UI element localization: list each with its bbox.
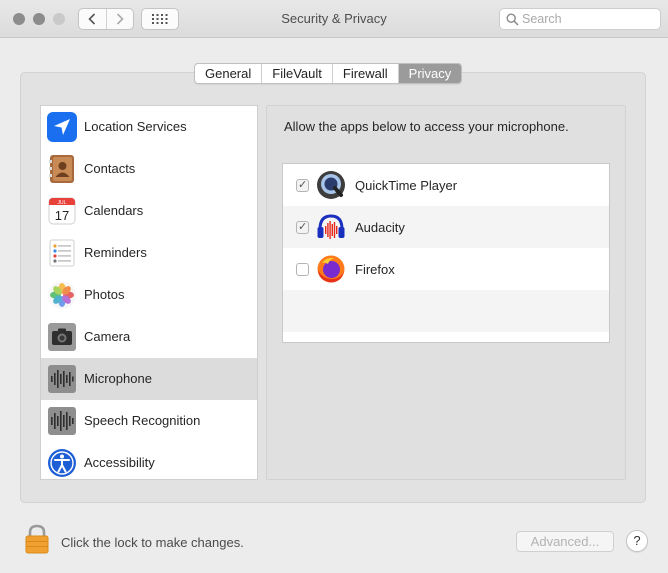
sidebar-item-photos[interactable]: Photos [41, 274, 257, 316]
sidebar-item-label: Microphone [84, 371, 152, 386]
audacity-icon [317, 214, 345, 239]
list-item: ✓ Audacity [283, 206, 609, 248]
tab-firewall[interactable]: Firewall [331, 64, 398, 83]
sidebar-item-camera[interactable]: Camera [41, 316, 257, 358]
quicktime-checkbox[interactable]: ✓ [296, 179, 309, 192]
svg-text:17: 17 [55, 208, 69, 223]
microphone-waveform-icon [48, 365, 76, 393]
camera-icon [48, 323, 76, 351]
security-privacy-window: Security & Privacy General FileVault Fir… [0, 0, 668, 573]
calendar-icon: JUL 17 [48, 197, 76, 225]
audacity-checkbox[interactable]: ✓ [296, 221, 309, 234]
sidebar-item-accessibility[interactable]: Accessibility [41, 442, 257, 484]
tab-bar: General FileVault Firewall Privacy [194, 63, 463, 84]
empty-list-row [283, 290, 609, 332]
sidebar-item-label: Reminders [84, 245, 147, 260]
tab-general[interactable]: General [195, 64, 261, 83]
app-name: QuickTime Player [355, 178, 458, 193]
sidebar-item-label: Location Services [84, 119, 187, 134]
sidebar-item-contacts[interactable]: Contacts [41, 148, 257, 190]
photos-flower-icon [48, 281, 76, 309]
svg-text:JUL: JUL [58, 200, 67, 206]
location-arrow-icon [47, 112, 77, 142]
sidebar-item-label: Calendars [84, 203, 144, 218]
privacy-category-list: Location Services Contacts JUL 17 Calend… [40, 105, 258, 480]
speech-waveform-icon [48, 407, 76, 435]
sidebar-item-label: Speech Recognition [84, 413, 201, 428]
sidebar-item-label: Contacts [84, 161, 136, 176]
help-button[interactable]: ? [626, 530, 648, 552]
detail-heading: Allow the apps below to access your micr… [284, 119, 569, 134]
contacts-book-icon [49, 155, 74, 183]
tab-privacy[interactable]: Privacy [397, 64, 462, 83]
advanced-button[interactable]: Advanced... [516, 531, 614, 552]
reminders-list-icon [49, 239, 75, 267]
sidebar-item-reminders[interactable]: Reminders [41, 232, 257, 274]
list-item: ✓ QuickTime Player [283, 164, 609, 206]
sidebar-item-label: Accessibility [84, 455, 155, 470]
checkmark-icon: ✓ [298, 221, 308, 233]
sidebar-item-speech-recognition[interactable]: Speech Recognition [41, 400, 257, 442]
sidebar-item-label: Camera [84, 329, 131, 344]
app-name: Firefox [355, 262, 395, 277]
search-input[interactable] [522, 11, 656, 27]
accessibility-icon [48, 449, 76, 477]
firefox-icon [317, 255, 345, 283]
checkmark-icon: ✓ [298, 179, 308, 191]
lock-instructions: Click the lock to make changes. [61, 535, 244, 550]
firefox-checkbox[interactable] [296, 263, 309, 276]
quicktime-icon [317, 171, 345, 199]
list-item: Firefox [283, 248, 609, 290]
app-name: Audacity [355, 220, 405, 235]
search-field[interactable] [499, 8, 661, 30]
app-permission-list: ✓ QuickTime Player ✓ Audacity Firefox [282, 163, 610, 343]
sidebar-item-calendars[interactable]: JUL 17 Calendars [41, 190, 257, 232]
search-icon [506, 13, 519, 26]
tab-filevault[interactable]: FileVault [261, 64, 332, 83]
title-bar: Security & Privacy [0, 0, 668, 38]
sidebar-item-label: Photos [84, 287, 125, 302]
sidebar-item-location-services[interactable]: Location Services [41, 106, 257, 148]
sidebar-item-microphone[interactable]: Microphone [41, 358, 257, 400]
lock-icon[interactable] [24, 524, 50, 554]
